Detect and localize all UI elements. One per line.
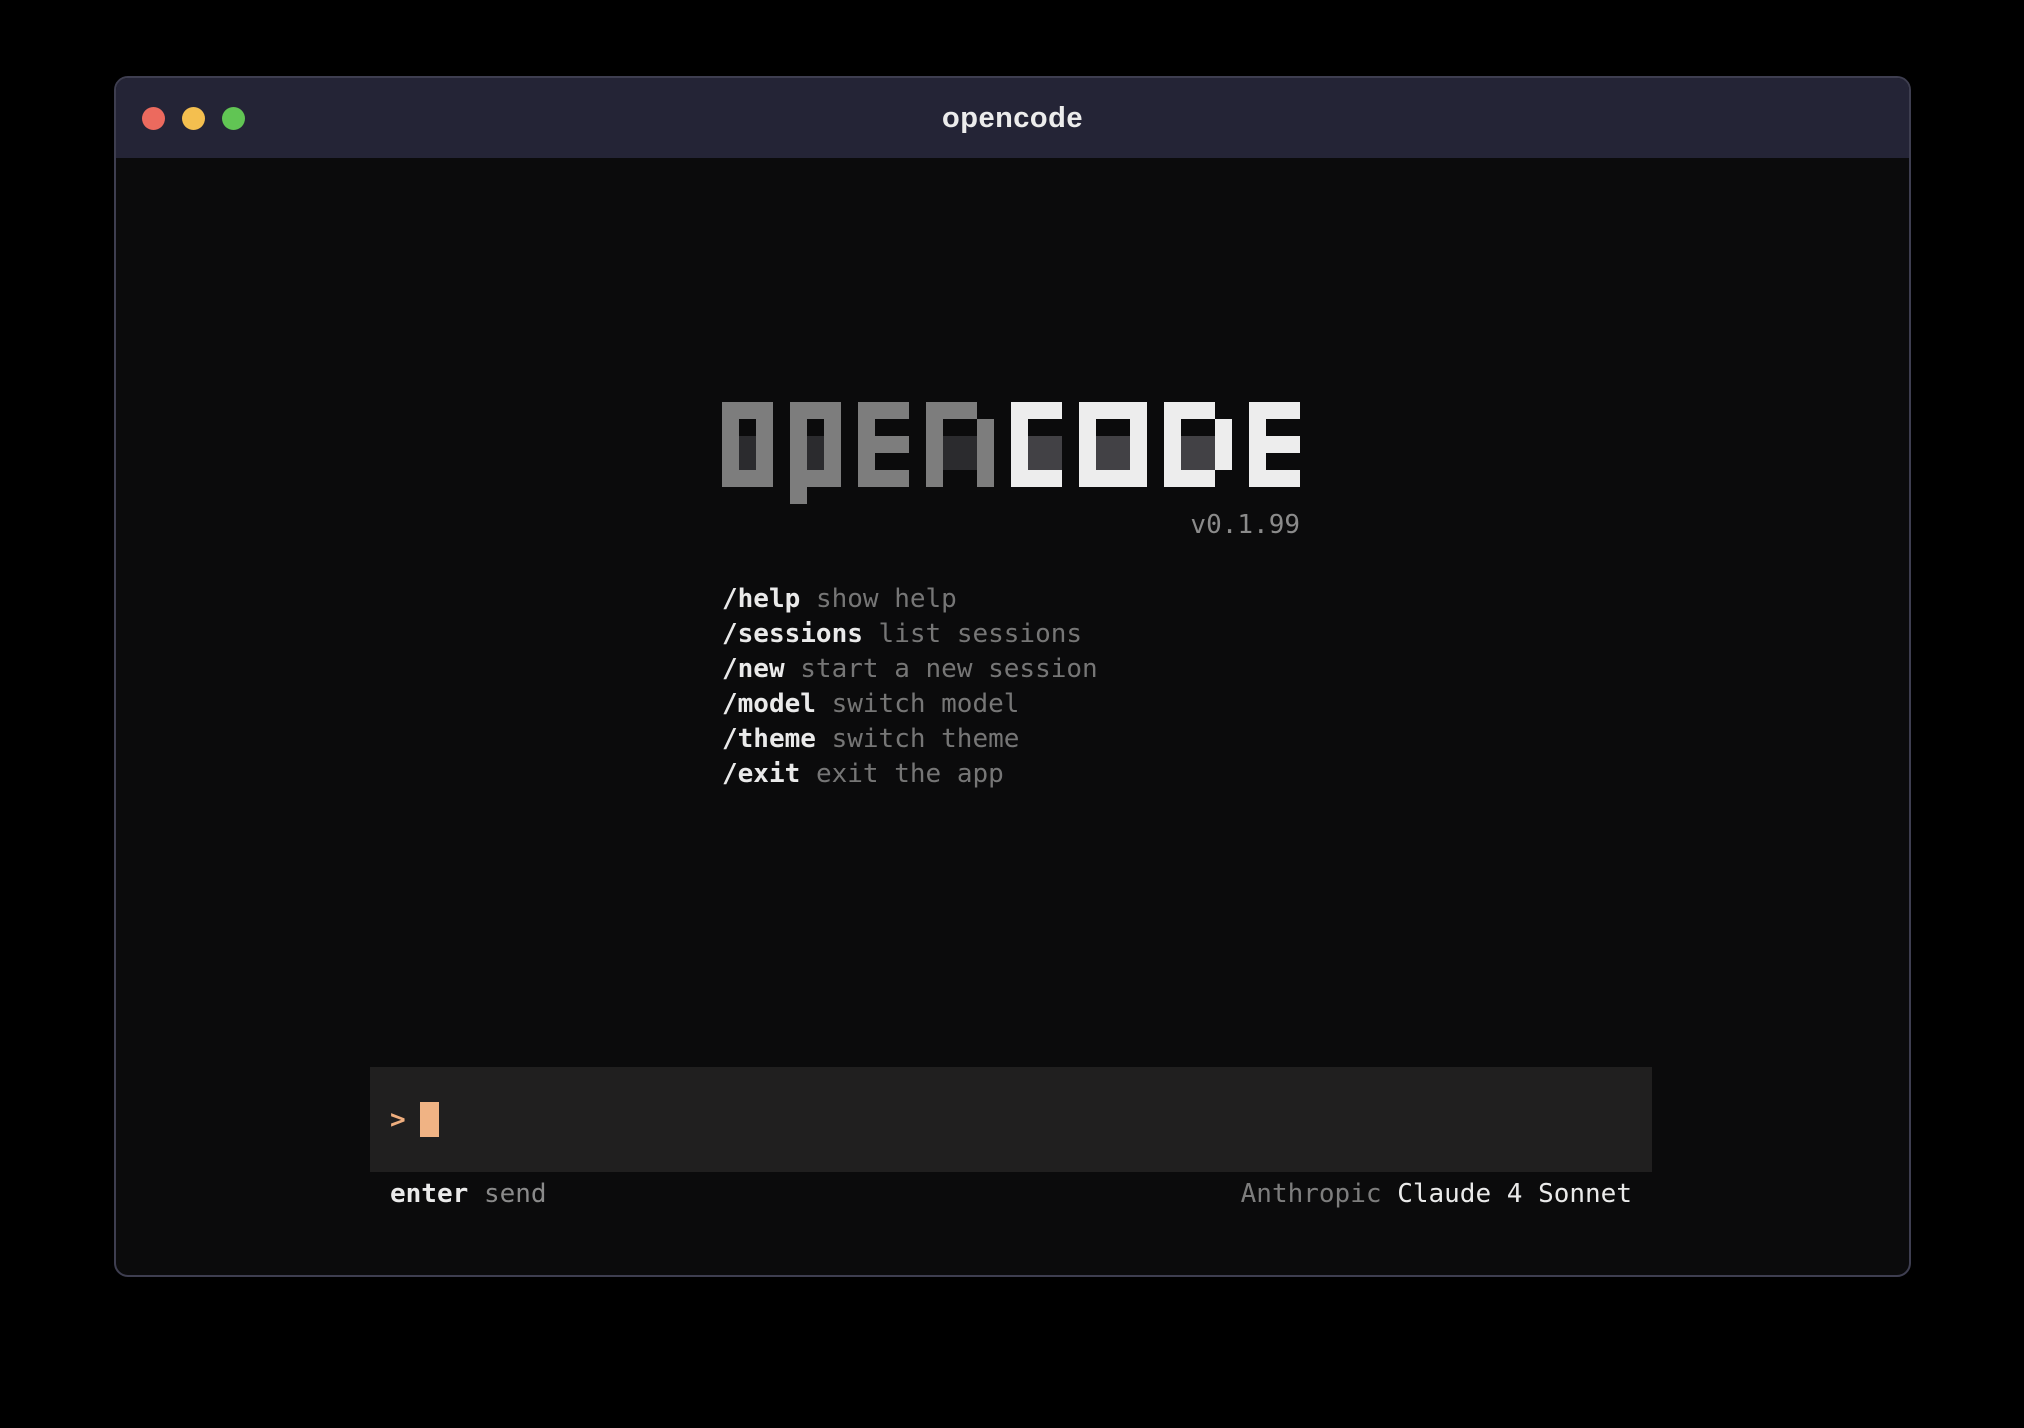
version-label: v0.1.99 bbox=[722, 510, 1300, 540]
model-indicator: Anthropic Claude 4 Sonnet bbox=[1241, 1179, 1632, 1209]
command-name: /sessions bbox=[722, 619, 863, 649]
command-desc: show help bbox=[816, 584, 957, 614]
command-desc: exit the app bbox=[816, 759, 1004, 789]
opencode-logo bbox=[722, 402, 1300, 504]
command-list: /help show help /sessions list sessions … bbox=[722, 582, 1098, 792]
logo-letter-e bbox=[858, 402, 909, 487]
key-hint-action: send bbox=[484, 1179, 547, 1209]
command-desc: switch theme bbox=[832, 724, 1020, 754]
traffic-lights bbox=[142, 78, 245, 158]
opencode-window: opencode v0.1.99 /help show help /sessio… bbox=[114, 76, 1911, 1277]
command-row: /exit exit the app bbox=[722, 757, 1098, 792]
logo-letter-n bbox=[926, 402, 994, 487]
terminal-content: v0.1.99 /help show help /sessions list s… bbox=[116, 158, 1909, 1277]
logo-letter-o bbox=[1079, 402, 1147, 487]
command-name: /help bbox=[722, 584, 800, 614]
model-provider: Anthropic bbox=[1241, 1179, 1382, 1209]
statusbar: enter send Anthropic Claude 4 Sonnet bbox=[370, 1172, 1652, 1216]
command-name: /new bbox=[722, 654, 785, 684]
command-name: /exit bbox=[722, 759, 800, 789]
logo-letter-d bbox=[1164, 402, 1232, 487]
logo-letter-o bbox=[722, 402, 773, 487]
command-row: /help show help bbox=[722, 582, 1098, 617]
text-cursor bbox=[420, 1102, 439, 1137]
command-row: /sessions list sessions bbox=[722, 617, 1098, 652]
command-name: /theme bbox=[722, 724, 816, 754]
key-hint-key: enter bbox=[390, 1179, 468, 1209]
logo-letter-c bbox=[1011, 402, 1062, 487]
command-row: /new start a new session bbox=[722, 652, 1098, 687]
maximize-button[interactable] bbox=[222, 107, 245, 130]
command-row: /theme switch theme bbox=[722, 722, 1098, 757]
logo-letter-e bbox=[1249, 402, 1300, 487]
titlebar: opencode bbox=[116, 78, 1909, 158]
command-name: /model bbox=[722, 689, 816, 719]
window-title: opencode bbox=[942, 102, 1083, 135]
logo-letter-p bbox=[790, 402, 841, 504]
prompt-icon: > bbox=[390, 1105, 406, 1135]
key-hint: enter send bbox=[390, 1179, 547, 1209]
close-button[interactable] bbox=[142, 107, 165, 130]
command-row: /model switch model bbox=[722, 687, 1098, 722]
minimize-button[interactable] bbox=[182, 107, 205, 130]
command-desc: list sessions bbox=[879, 619, 1083, 649]
prompt-input[interactable]: > bbox=[370, 1067, 1652, 1172]
model-name: Claude 4 Sonnet bbox=[1397, 1179, 1632, 1209]
command-desc: switch model bbox=[832, 689, 1020, 719]
command-desc: start a new session bbox=[800, 654, 1097, 684]
